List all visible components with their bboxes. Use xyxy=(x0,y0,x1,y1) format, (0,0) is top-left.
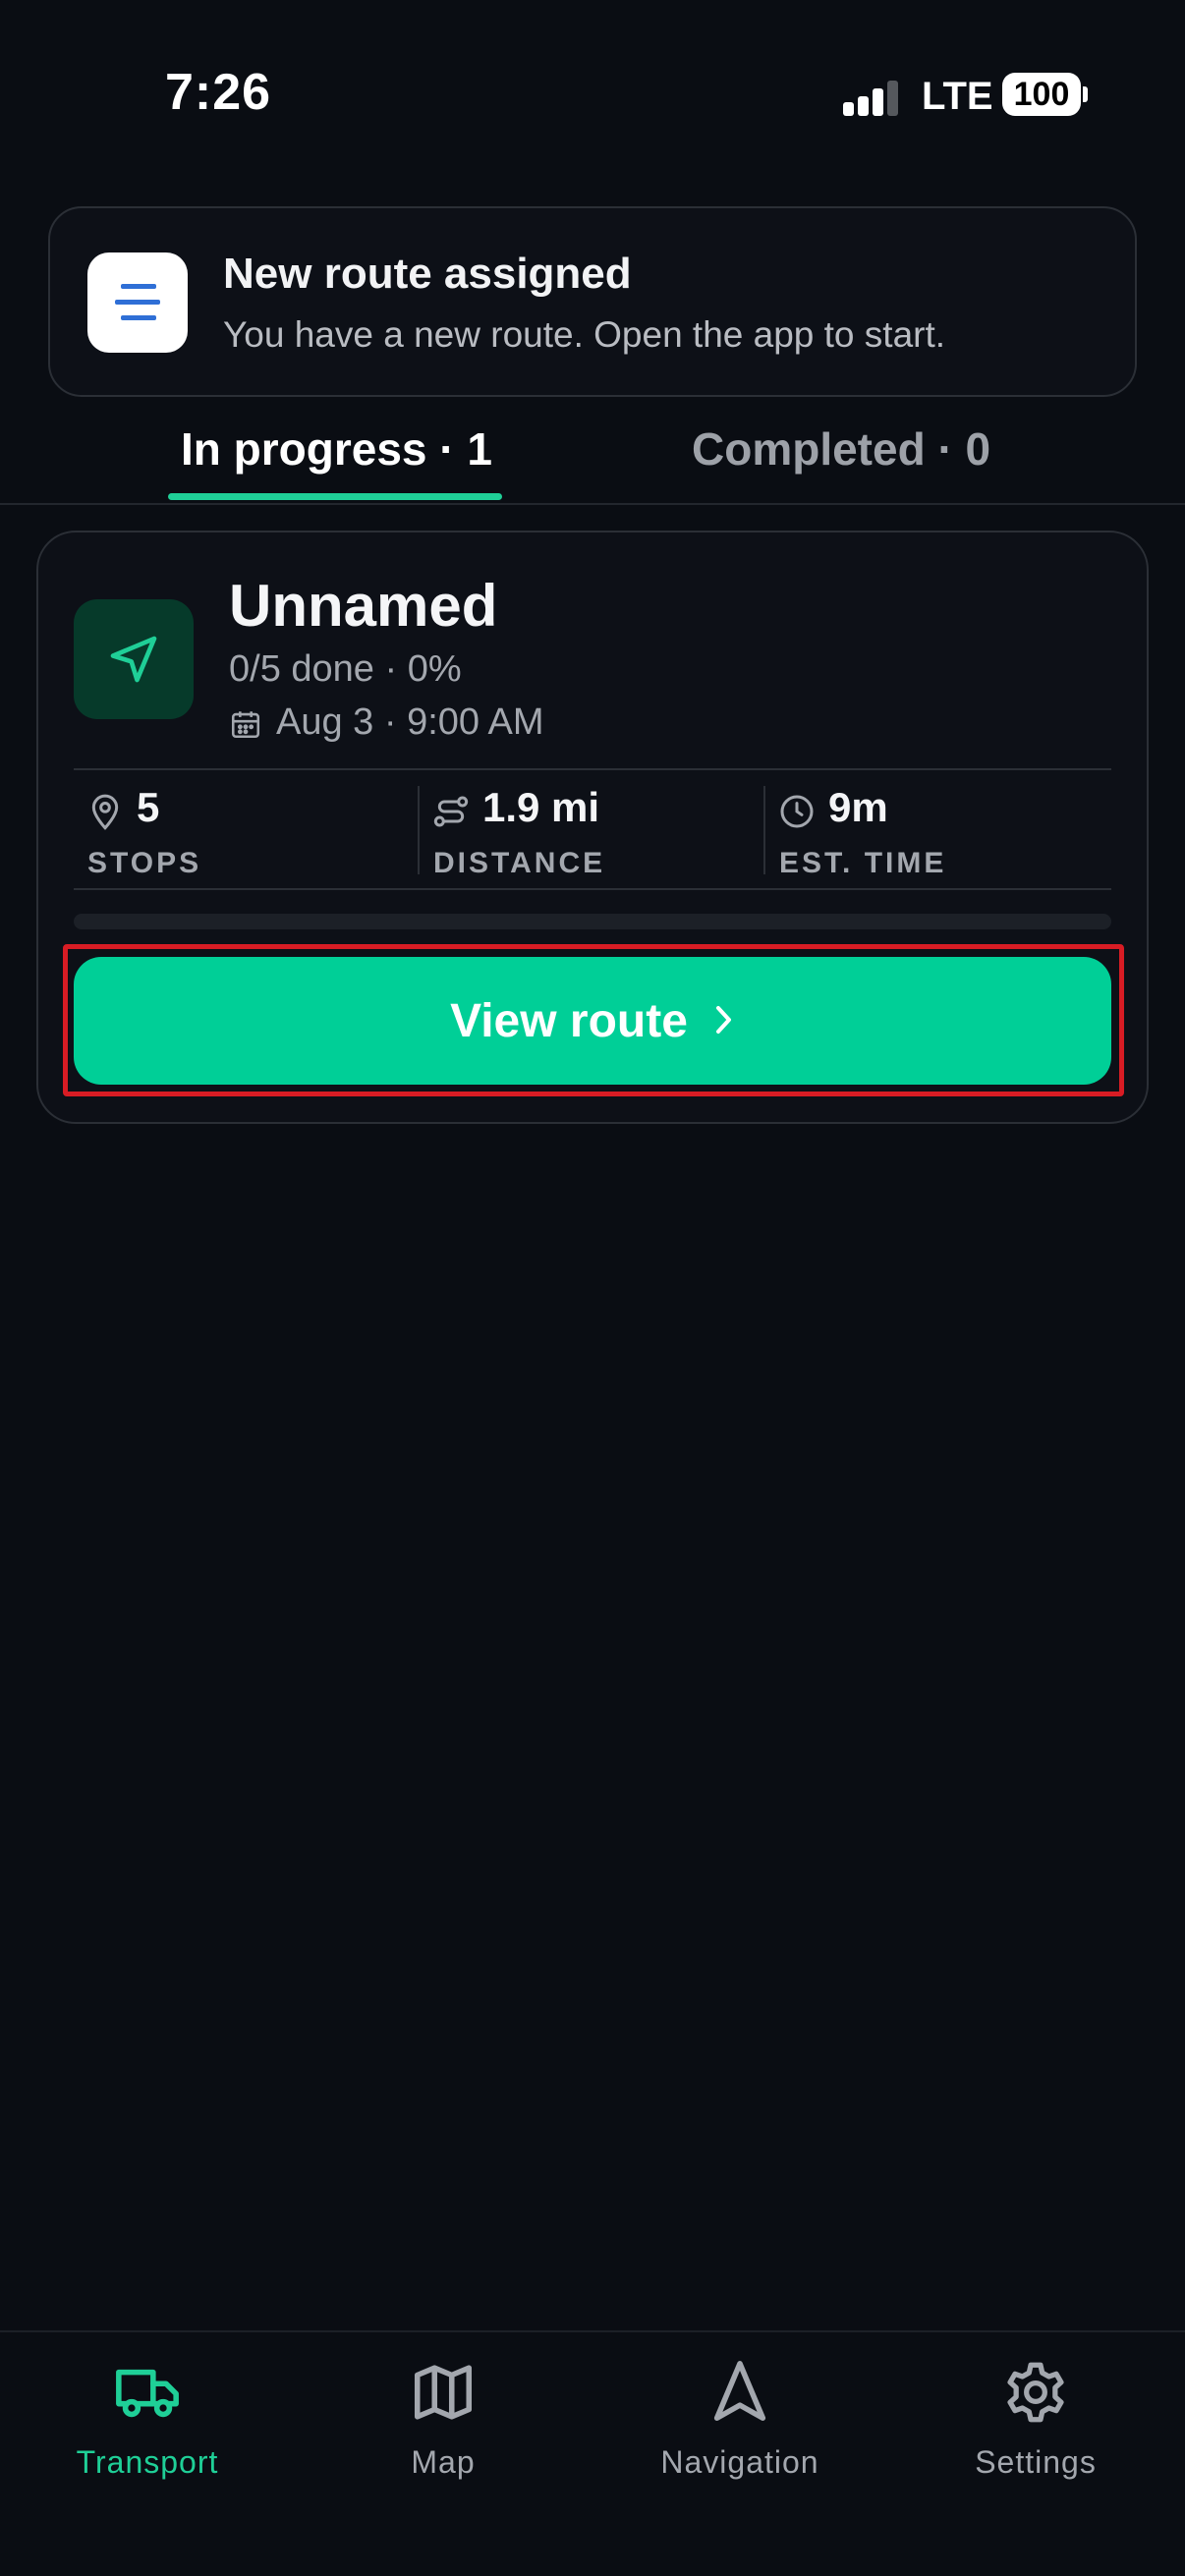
route-progress-bar xyxy=(74,914,1111,929)
bottom-navigation: Transport Map Navigation Settings xyxy=(0,2330,1185,2576)
nav-map[interactable]: Map xyxy=(296,2358,591,2515)
navigation-arrow-icon xyxy=(705,2358,774,2427)
battery-icon: 100 xyxy=(1002,73,1081,116)
map-icon xyxy=(409,2358,478,2427)
status-bar: 7:26 LTE 100 xyxy=(0,0,1185,196)
nav-map-label: Map xyxy=(411,2444,476,2480)
notification-body: You have a new route. Open the app to st… xyxy=(223,314,946,355)
network-type: LTE xyxy=(922,75,993,118)
route-date: Aug 3 · 9:00 AM xyxy=(276,701,544,743)
nav-settings-label: Settings xyxy=(975,2444,1097,2480)
battery-tip xyxy=(1083,86,1088,102)
status-time: 7:26 xyxy=(165,64,272,121)
active-tab-indicator xyxy=(168,493,502,500)
route-card[interactable]: Unnamed 0/5 done · 0% Aug 3 · 9:00 AM 5 … xyxy=(36,531,1149,1124)
stat-stops-value: 5 xyxy=(137,784,160,830)
app-screen: 7:26 LTE 100 New route assigned You have… xyxy=(0,0,1185,2576)
signal-strength-icon xyxy=(843,79,900,116)
route-name: Unnamed xyxy=(229,573,498,639)
nav-settings[interactable]: Settings xyxy=(888,2358,1183,2515)
stat-divider xyxy=(418,786,420,874)
tab-in-progress[interactable]: In progress · 1 xyxy=(181,422,492,476)
route-icon xyxy=(431,792,471,836)
nav-transport[interactable]: Transport xyxy=(0,2358,295,2515)
tab-completed[interactable]: Completed · 0 xyxy=(692,422,990,476)
stat-stops-label: STOPS xyxy=(87,847,202,879)
stat-divider xyxy=(763,786,765,874)
chevron-right-icon xyxy=(713,1003,735,1039)
route-progress-text: 0/5 done · 0% xyxy=(229,648,462,690)
app-logo-icon xyxy=(87,252,188,353)
stat-distance-label: DISTANCE xyxy=(433,847,606,879)
navigation-arrow-icon xyxy=(74,599,194,719)
gear-icon xyxy=(1001,2358,1070,2427)
clock-icon xyxy=(777,792,817,836)
map-pin-icon xyxy=(85,792,125,836)
stat-est-time-label: EST. TIME xyxy=(779,847,947,879)
view-route-label: View route xyxy=(450,994,688,1047)
view-route-button[interactable]: View route xyxy=(74,957,1111,1085)
nav-transport-label: Transport xyxy=(76,2444,219,2480)
route-stats: 5 STOPS 1.9 mi DISTANCE 9m EST. TIME xyxy=(74,768,1111,890)
nav-navigation[interactable]: Navigation xyxy=(592,2358,887,2515)
notification-banner[interactable]: New route assigned You have a new route.… xyxy=(48,206,1137,397)
truck-icon xyxy=(113,2358,182,2427)
stat-est-time-value: 9m xyxy=(828,784,888,830)
nav-navigation-label: Navigation xyxy=(660,2444,819,2480)
calendar-icon xyxy=(229,707,262,746)
stat-distance-value: 1.9 mi xyxy=(482,784,600,830)
route-tabs: In progress · 1 Completed · 0 xyxy=(0,413,1185,505)
notification-title: New route assigned xyxy=(223,250,632,298)
